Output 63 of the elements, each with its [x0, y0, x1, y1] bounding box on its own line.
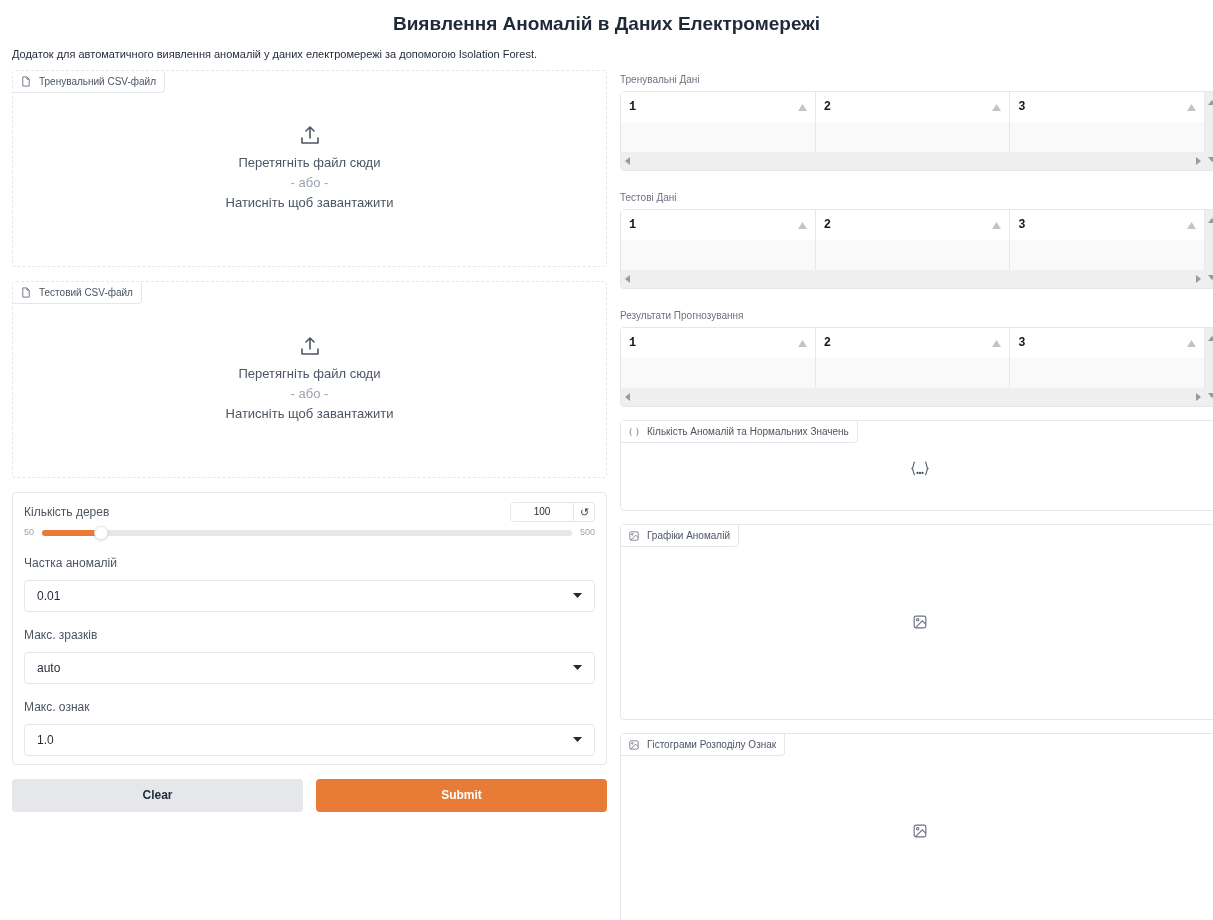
page-title: Виявлення Аномалій в Даних Електромережі [391, 12, 821, 36]
file-upload-area[interactable]: Тестовий CSV-файл Перетягніть файл сюди - або - Натисніть щоб завантажити [12, 281, 607, 478]
dropdown-label: Частка аномалій [24, 554, 118, 572]
image-icon [629, 530, 639, 541]
caret-icon [573, 665, 582, 670]
table-label: Результати Прогнозування [620, 309, 745, 320]
sort-icon [1187, 103, 1196, 111]
file-upload-area[interactable]: Тренувальний CSV-файл Перетягніть файл сюди - або - Натисніть щоб завантажити [12, 70, 607, 267]
column-header[interactable]: 1 [621, 210, 816, 240]
dropdown[interactable]: 0.01 [24, 579, 595, 612]
column-header[interactable]: 1 [621, 92, 816, 122]
upload-icon [299, 124, 320, 145]
slider-min: 50 [24, 526, 34, 539]
drop-text: Перетягніть файл сюди [238, 153, 381, 172]
drop-text: Перетягніть файл сюди [238, 364, 381, 383]
click-text: Натисніть щоб завантажити [225, 193, 394, 212]
scroll-right-icon [1196, 275, 1201, 283]
scroll-right-icon [1196, 393, 1201, 401]
sort-icon [992, 103, 1002, 111]
or-text: - або - [290, 173, 329, 192]
file-icon [21, 287, 31, 298]
horizontal-scrollbar[interactable] [621, 152, 1205, 170]
sort-icon [797, 221, 807, 229]
sort-icon [1187, 339, 1196, 347]
sort-icon [797, 339, 807, 347]
block-label-text: Кількість Аномалій та Нормальних Значень [647, 425, 849, 439]
block-label-text: Гістограми Розподілу Ознак [647, 738, 777, 752]
scroll-left-icon [625, 157, 630, 165]
horizontal-scrollbar[interactable] [621, 388, 1205, 406]
slider-label: Кількість дерев [24, 504, 110, 521]
sort-icon [992, 339, 1002, 347]
json-empty-icon [911, 461, 929, 476]
clear-button[interactable]: Clear [12, 778, 303, 812]
scroll-left-icon [625, 393, 630, 401]
dropdown-label: Макс. ознак [24, 698, 91, 716]
block-label-text: Тренувальний CSV-файл [39, 75, 157, 89]
page-description: Додаток для автоматичного виявлення аномалій у даних електромережі за допомогою Isolation Forest. [12, 47, 538, 62]
image-icon [913, 615, 927, 629]
image-icon [913, 824, 927, 838]
block-label-text: Графіки Аномалій [647, 529, 730, 543]
dropdown[interactable]: auto [24, 651, 595, 684]
file-icon [21, 76, 31, 87]
json-icon [629, 426, 639, 437]
sort-icon [797, 103, 807, 111]
slider-max: 500 [579, 526, 595, 539]
caret-icon [573, 737, 582, 742]
horizontal-scrollbar[interactable] [621, 270, 1205, 288]
column-header[interactable]: 1 [621, 328, 816, 358]
block-label-text: Тестовий CSV-файл [39, 286, 133, 300]
table-label: Тестові Дані [620, 191, 678, 202]
sort-icon [992, 221, 1002, 229]
dropdown-label: Макс. зразків [24, 626, 99, 644]
sort-icon [1187, 221, 1196, 229]
caret-icon [573, 593, 582, 598]
dropdown[interactable]: 1.0 [24, 723, 595, 756]
scroll-left-icon [625, 275, 630, 283]
upload-icon [299, 335, 320, 356]
click-text: Натисніть щоб завантажити [225, 404, 394, 423]
slider-thumb[interactable] [93, 525, 108, 540]
scroll-right-icon [1196, 157, 1201, 165]
image-icon [629, 739, 639, 750]
table-label: Тренувальні Дані [620, 73, 701, 84]
or-text: - або - [290, 384, 329, 403]
